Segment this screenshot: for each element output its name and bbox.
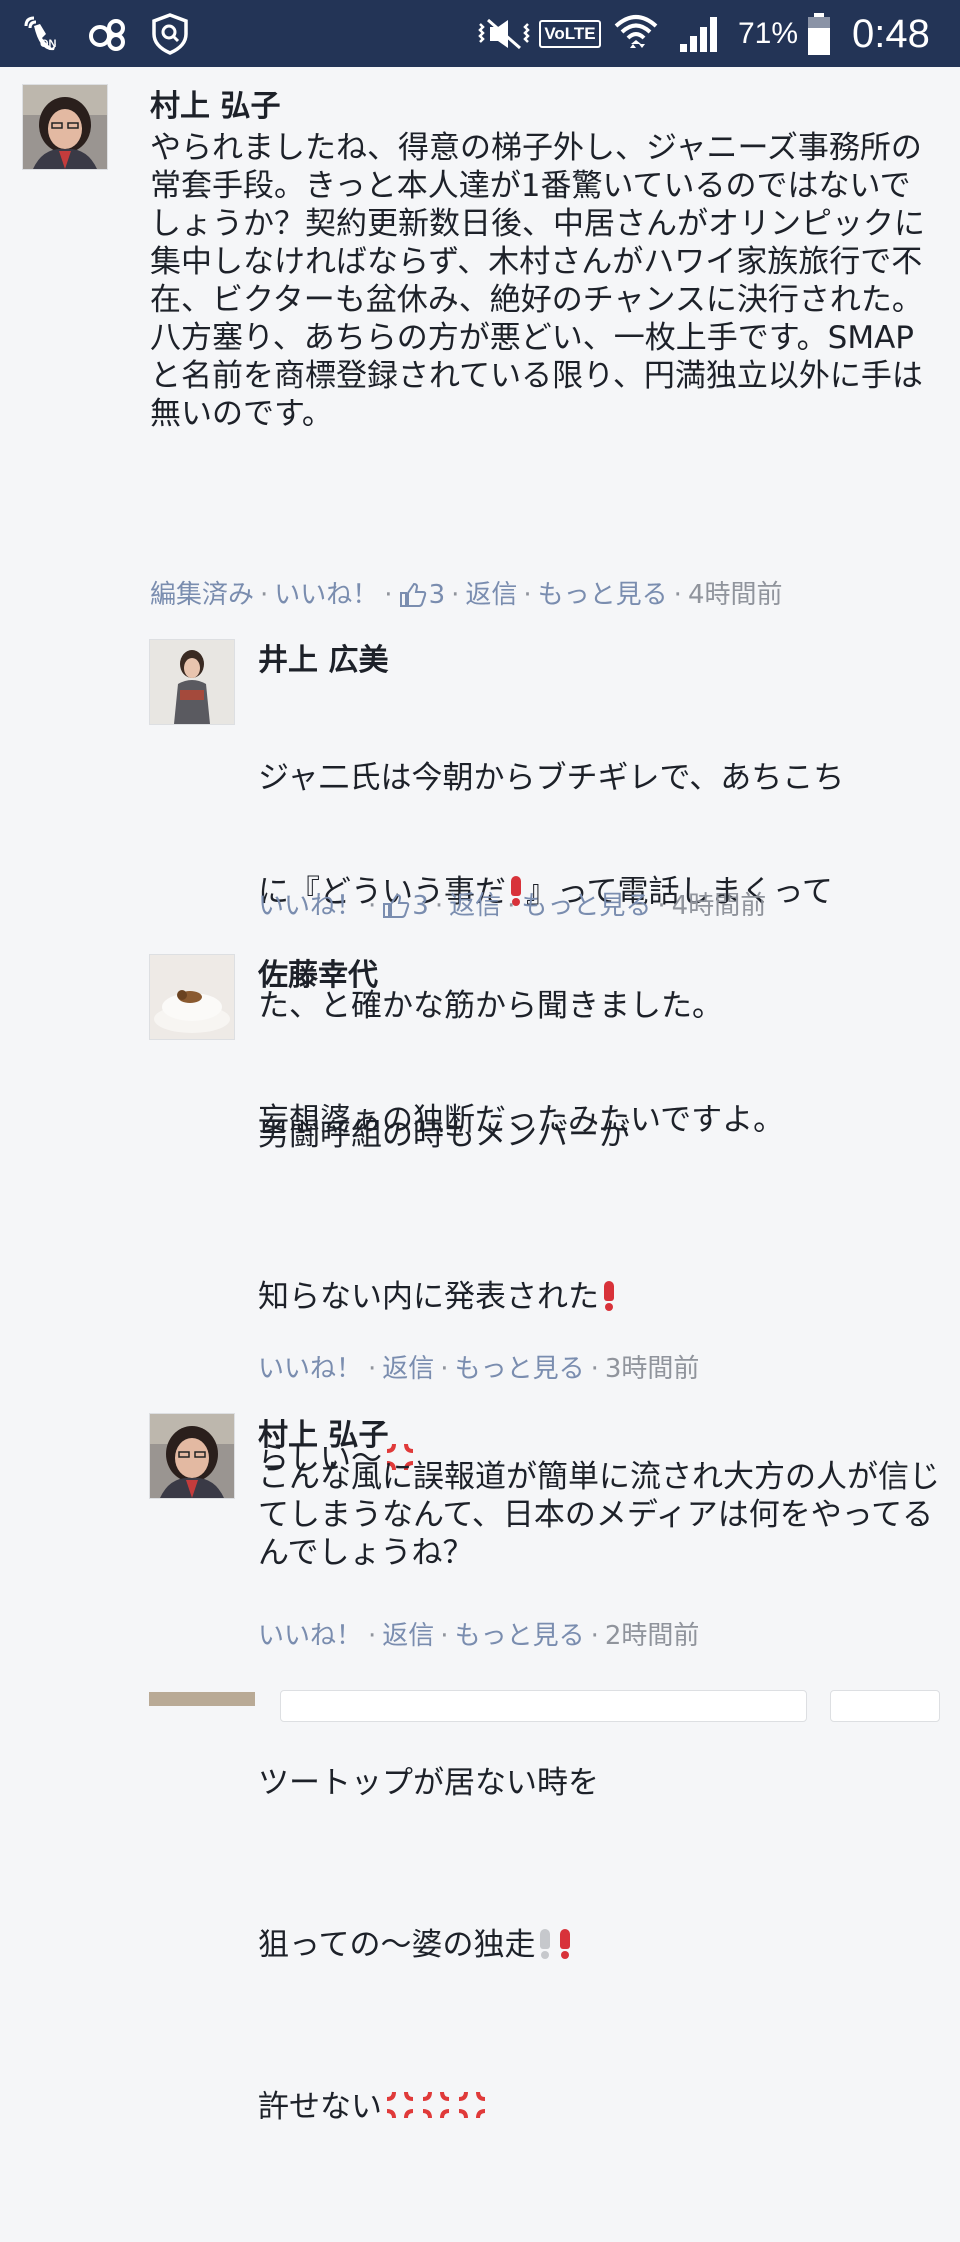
text-segment: 狙っての〜婆の独走 [258, 1927, 536, 1963]
comment-actions: いいね！ · 3 · 返信 · もっと見る · 4時間前 [258, 890, 766, 922]
comment-author[interactable]: 村上 弘子 [150, 89, 280, 125]
reply-comment: 佐藤幸代 男闘呼組の時もメンバーが 知らない内に発表された らしい〜 ツートップ… [0, 940, 960, 2125]
reply-link[interactable]: 返信 [449, 890, 501, 922]
separator: · [590, 1354, 599, 1384]
like-link[interactable]: いいね！ [258, 890, 362, 922]
comment-author[interactable]: 井上 広美 [258, 643, 388, 679]
volte-label: VoLTE [539, 20, 601, 48]
exclamation-icon [602, 1281, 616, 1311]
comment-actions: 編集済み · いいね！ · 3 · 返信 · もっと見る · 4時間前 [150, 579, 782, 611]
separator: · [440, 1621, 449, 1651]
like-link[interactable]: いいね！ [258, 1353, 362, 1385]
separator: · [260, 580, 269, 610]
comment-text: こんな風に誤報道が簡単に流され大方の人が信じてしまうなんて、日本のメディアは何を… [258, 1459, 940, 1571]
text-segment: 許せない [258, 2089, 382, 2125]
comment-text: やられましたね、得意の梯子外し、ジャニーズ事務所の常套手段。きっと本人達が1番驚… [150, 130, 925, 432]
avatar[interactable] [22, 84, 108, 170]
reply-link[interactable]: 返信 [382, 1353, 434, 1385]
text-line: 狙っての〜婆の独走 [258, 1918, 948, 1972]
text-line: 男闘呼組の時もメンバーが [258, 1117, 630, 1153]
more-link[interactable]: もっと見る [455, 1620, 585, 1652]
text-segment: 知らない内に発表された [258, 1279, 599, 1315]
timestamp: 3時間前 [604, 1354, 700, 1384]
avatar[interactable] [149, 954, 235, 1040]
clock: 0:48 [852, 12, 930, 56]
more-link[interactable]: もっと見る [455, 1353, 585, 1385]
separator: · [368, 1354, 377, 1384]
timestamp: 4時間前 [687, 580, 783, 610]
status-bar: ON VoLTE 71% 0:48 [0, 0, 960, 67]
link-icon [86, 12, 130, 56]
more-link[interactable]: もっと見る [538, 579, 668, 611]
battery-percent: 71% [738, 17, 799, 50]
mute-vibrate-icon [474, 12, 534, 56]
thumbs-up-icon[interactable] [399, 582, 427, 608]
separator: · [368, 1621, 377, 1651]
separator: · [384, 580, 393, 610]
reply-link[interactable]: 返信 [382, 1620, 434, 1652]
text-line: ツートップが居ない時を [258, 1765, 599, 1801]
separator: · [434, 891, 444, 921]
separator: · [507, 891, 516, 921]
like-count[interactable]: 3 [412, 890, 429, 922]
comment-actions: いいね！ · 返信 · もっと見る · 2時間前 [258, 1620, 699, 1652]
wifi-icon [612, 12, 660, 56]
composer-avatar [149, 1692, 255, 1706]
wifi-calling-icon: ON [20, 12, 64, 56]
separator: · [590, 1621, 599, 1651]
text-line: 知らない内に発表された [258, 1270, 948, 1324]
separator: · [451, 580, 460, 610]
timestamp: 2時間前 [604, 1621, 700, 1651]
edited-link[interactable]: 編集済み [150, 579, 254, 611]
timestamp: 4時間前 [671, 891, 767, 921]
comment: 村上 弘子 やられましたね、得意の梯子外し、ジャニーズ事務所の常套手段。きっと本… [0, 67, 960, 627]
like-link[interactable]: いいね！ [274, 579, 378, 611]
text-line: 許せない [258, 2080, 948, 2134]
separator: · [657, 891, 666, 921]
text-line: ジャ二氏は今朝からブチギレで、あちこち [258, 760, 845, 796]
like-count[interactable]: 3 [429, 579, 446, 611]
separator: · [523, 580, 532, 610]
wifi-calling-on-label: ON [40, 38, 57, 50]
exclamation-icon [558, 1929, 572, 1959]
anger-icon [458, 2091, 486, 2119]
avatar[interactable] [149, 1413, 235, 1499]
comment-author[interactable]: 佐藤幸代 [258, 958, 378, 994]
reply-link[interactable]: 返信 [465, 579, 517, 611]
separator: · [368, 891, 377, 921]
shield-search-icon [148, 12, 192, 56]
exclamation-icon [538, 1929, 552, 1959]
separator: · [673, 580, 682, 610]
send-button[interactable] [830, 1690, 940, 1722]
more-link[interactable]: もっと見る [521, 890, 651, 922]
battery-icon [804, 12, 834, 56]
comment-actions: いいね！ · 返信 · もっと見る · 3時間前 [258, 1353, 699, 1385]
avatar[interactable] [149, 639, 235, 725]
thumbs-up-icon[interactable] [382, 893, 410, 919]
reply-comment: 村上 弘子 こんな風に誤報道が簡単に流され大方の人が信じてしまうなんて、日本のメ… [0, 1400, 960, 1680]
comment-input[interactable] [280, 1690, 807, 1722]
volte-icon: VoLTE [538, 12, 602, 56]
like-link[interactable]: いいね！ [258, 1620, 362, 1652]
reply-comment: 井上 広美 ジャ二氏は今朝からブチギレで、あちこち に『どういう事だ 』って電話し… [0, 627, 960, 1138]
signal-icon [678, 12, 722, 56]
separator: · [440, 1354, 449, 1384]
anger-icon [422, 2091, 450, 2119]
comment-author[interactable]: 村上 弘子 [258, 1418, 388, 1454]
anger-icon [386, 2091, 414, 2119]
